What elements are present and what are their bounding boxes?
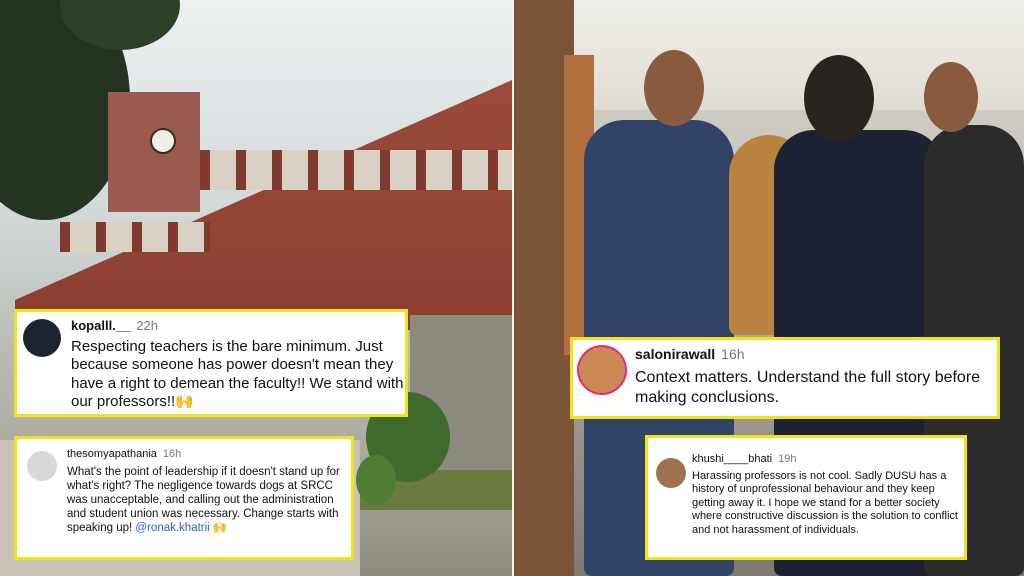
- clock-face: [150, 128, 176, 154]
- user-mention-link[interactable]: @ronak.khatrii: [135, 522, 209, 534]
- comment-username-line: khushi____bhati 19h: [692, 453, 796, 465]
- building-balcony: [200, 150, 512, 190]
- building-balcony: [60, 222, 210, 252]
- comment-username-line: thesomyapathania 16h: [67, 448, 181, 460]
- comment-username[interactable]: thesomyapathania: [67, 448, 157, 460]
- person-head: [804, 55, 874, 141]
- comment-text: Harassing professors is not cool. Sadly …: [692, 470, 958, 536]
- comment-username[interactable]: khushi____bhati: [692, 453, 772, 465]
- avatar: [23, 319, 61, 357]
- comment-username-line: salonirawall 16h: [635, 346, 745, 362]
- avatar: [579, 347, 625, 393]
- comment-card: salonirawall 16h Context matters. Underst…: [570, 337, 1000, 419]
- clock-tower: [108, 92, 200, 212]
- person-head: [924, 62, 978, 132]
- comment-time: 19h: [778, 453, 797, 465]
- comment-card: kopalll.__ 22h Respecting teachers is the…: [14, 309, 408, 417]
- comment-time: 22h: [136, 318, 158, 333]
- comment-time: 16h: [162, 448, 182, 460]
- bush: [356, 455, 396, 505]
- comment-text: Context matters. Understand the full sto…: [635, 369, 981, 406]
- comment-card: khushi____bhati 19h Harassing professors …: [645, 435, 967, 560]
- comment-text: Respecting teachers is the bare minimum.…: [71, 338, 404, 410]
- comment-text-emoji: 🙌: [209, 522, 228, 535]
- comment-username[interactable]: salonirawall: [635, 346, 715, 362]
- avatar: [656, 458, 686, 488]
- comment-username[interactable]: kopalll.__: [71, 318, 130, 333]
- comment-username-line: kopalll.__ 22h: [71, 318, 158, 333]
- person-head: [644, 50, 704, 126]
- comment-card: thesomyapathania 16h What's the point of …: [14, 436, 354, 560]
- comment-time: 16h: [721, 346, 745, 362]
- default-avatar-icon: [27, 451, 57, 481]
- comment-text: What's the point of leadership if it doe…: [67, 465, 351, 535]
